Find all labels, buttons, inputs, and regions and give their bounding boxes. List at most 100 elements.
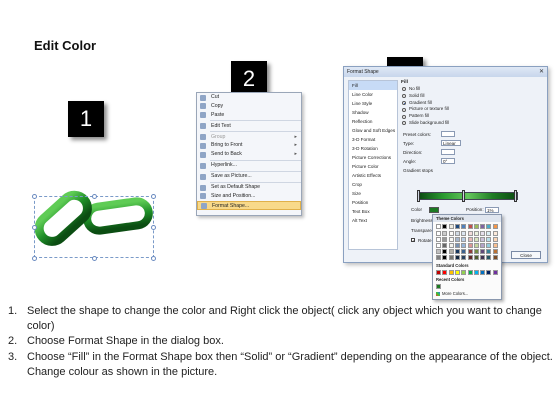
color-swatch[interactable] <box>486 237 492 242</box>
color-swatch[interactable] <box>486 243 492 248</box>
color-picker-button[interactable] <box>429 206 439 213</box>
color-swatch[interactable] <box>467 255 473 260</box>
gradient-stop-handle[interactable] <box>462 190 465 202</box>
color-swatch[interactable] <box>461 237 467 242</box>
color-swatch[interactable] <box>436 255 441 260</box>
color-swatch[interactable] <box>448 237 454 242</box>
resize-handle[interactable] <box>151 225 156 230</box>
close-icon[interactable]: ✕ <box>539 67 544 77</box>
color-swatch[interactable] <box>492 249 498 254</box>
radio-button[interactable] <box>402 107 406 112</box>
standard-color-swatch[interactable] <box>473 270 479 275</box>
color-swatch[interactable] <box>442 237 448 242</box>
resize-handle[interactable] <box>32 194 37 199</box>
radio-button[interactable] <box>402 114 406 119</box>
color-swatch[interactable] <box>454 237 460 242</box>
menu-item-hyperlink[interactable]: Hyperlink... <box>197 161 301 170</box>
nav-item-3-d-format[interactable]: 3-D Format <box>349 135 397 144</box>
color-swatch[interactable] <box>454 224 460 229</box>
radio-button[interactable] <box>402 100 406 105</box>
nav-item-glow-and-soft-edges[interactable]: Glow and Soft Edges <box>349 126 397 135</box>
color-swatch[interactable] <box>448 224 454 229</box>
selected-chain-shape[interactable] <box>30 190 160 265</box>
menu-item-save-as-picture[interactable]: Save as Picture... <box>197 172 301 181</box>
color-swatch[interactable] <box>480 224 486 229</box>
fill-option-slide-background-fill[interactable]: Slide background fill <box>401 120 543 127</box>
nav-item-line-color[interactable]: Line Color <box>349 90 397 99</box>
more-colors-item[interactable]: More Colors... <box>436 291 468 297</box>
menu-item-bring-to-front[interactable]: Bring to Front ▸ <box>197 141 301 150</box>
fill-option-no-fill[interactable]: No fill <box>401 86 543 93</box>
nav-item-position[interactable]: Position <box>349 198 397 207</box>
color-swatch[interactable] <box>473 249 479 254</box>
menu-item-cut[interactable]: Cut <box>197 93 301 102</box>
color-swatch[interactable] <box>442 255 448 260</box>
color-swatch[interactable] <box>442 243 448 248</box>
color-swatch[interactable] <box>436 243 441 248</box>
color-swatch[interactable] <box>461 224 467 229</box>
color-swatch[interactable] <box>454 255 460 260</box>
color-swatch[interactable] <box>448 243 454 248</box>
color-swatch[interactable] <box>486 224 492 229</box>
color-swatch[interactable] <box>436 224 441 229</box>
color-swatch[interactable] <box>442 249 448 254</box>
field-control[interactable]: 0° <box>441 158 455 165</box>
color-swatch[interactable] <box>486 231 492 236</box>
recent-color-swatch[interactable] <box>436 284 441 289</box>
radio-button[interactable] <box>402 121 406 126</box>
standard-color-swatch[interactable] <box>442 270 448 275</box>
color-swatch[interactable] <box>480 249 486 254</box>
nav-item-crop[interactable]: Crop <box>349 180 397 189</box>
color-swatch[interactable] <box>442 231 448 236</box>
color-swatch[interactable] <box>461 249 467 254</box>
nav-item-picture-color[interactable]: Picture Color <box>349 162 397 171</box>
color-swatch[interactable] <box>436 231 441 236</box>
color-swatch[interactable] <box>480 243 486 248</box>
gradient-stops-bar[interactable] <box>418 192 518 200</box>
nav-item-picture-corrections[interactable]: Picture Corrections <box>349 153 397 162</box>
resize-handle[interactable] <box>32 256 37 261</box>
nav-item-3-d-rotation[interactable]: 3-D Rotation <box>349 144 397 153</box>
field-control[interactable] <box>441 131 455 138</box>
close-button[interactable]: Close <box>511 251 541 259</box>
color-swatch[interactable] <box>448 255 454 260</box>
nav-item-alt-text[interactable]: Alt Text <box>349 216 397 225</box>
rotate-checkbox[interactable]: ✓ <box>411 238 415 243</box>
standard-color-swatch[interactable] <box>467 270 473 275</box>
fill-option-picture-or-texture-fill[interactable]: Picture or texture fill <box>401 106 543 113</box>
color-swatch[interactable] <box>492 237 498 242</box>
menu-item-set-as-default-shape[interactable]: Set as Default Shape <box>197 183 301 192</box>
resize-handle[interactable] <box>151 194 156 199</box>
radio-button[interactable] <box>402 94 406 99</box>
fill-option-solid-fill[interactable]: Solid fill <box>401 93 543 100</box>
standard-color-swatch[interactable] <box>480 270 486 275</box>
resize-handle[interactable] <box>92 256 97 261</box>
nav-item-reflection[interactable]: Reflection <box>349 117 397 126</box>
radio-button[interactable] <box>402 87 406 92</box>
nav-item-text-box[interactable]: Text Box <box>349 207 397 216</box>
gradient-stop-handle[interactable] <box>514 190 517 202</box>
menu-item-edit-text[interactable]: Edit Text <box>197 122 301 131</box>
resize-handle[interactable] <box>92 194 97 199</box>
resize-handle[interactable] <box>32 225 37 230</box>
color-swatch[interactable] <box>480 255 486 260</box>
menu-item-format-shape[interactable]: Format Shape... <box>197 200 301 210</box>
menu-item-send-to-back[interactable]: Send to Back ▸ <box>197 150 301 159</box>
nav-item-shadow[interactable]: Shadow <box>349 108 397 117</box>
color-swatch[interactable] <box>492 231 498 236</box>
color-swatch[interactable] <box>467 237 473 242</box>
color-swatch[interactable] <box>454 243 460 248</box>
standard-color-swatch[interactable] <box>454 270 460 275</box>
color-swatch[interactable] <box>454 249 460 254</box>
gradient-stop-handle[interactable] <box>417 190 420 202</box>
color-swatch[interactable] <box>448 249 454 254</box>
color-swatch[interactable] <box>473 237 479 242</box>
menu-item-size-and-position[interactable]: Size and Position... <box>197 192 301 201</box>
standard-color-swatch[interactable] <box>461 270 467 275</box>
color-swatch[interactable] <box>461 255 467 260</box>
color-swatch[interactable] <box>486 255 492 260</box>
field-control[interactable]: Linear <box>441 140 461 147</box>
menu-item-group[interactable]: Group ▸ <box>197 133 301 142</box>
standard-color-swatch[interactable] <box>436 270 441 275</box>
fill-option-gradient-fill[interactable]: Gradient fill <box>401 100 543 107</box>
